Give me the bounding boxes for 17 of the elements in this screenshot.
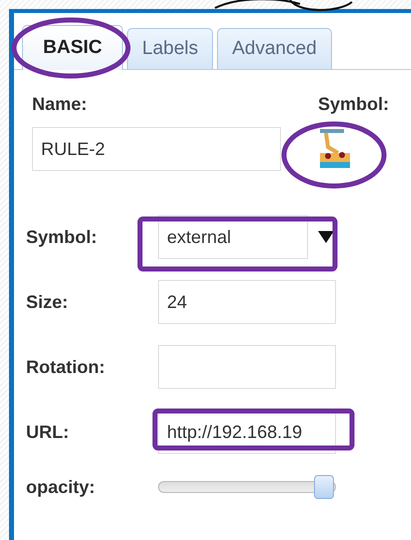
robot-arm-icon	[318, 129, 352, 169]
dropdown-arrow-icon[interactable]	[318, 231, 334, 243]
field-label: URL:	[26, 422, 70, 442]
tab[interactable]: Advanced	[217, 28, 332, 69]
field-label: opacity:	[26, 476, 96, 498]
field-label: Rotation:	[26, 356, 106, 378]
input-field[interactable]	[158, 345, 336, 389]
input-field[interactable]: 24	[158, 280, 336, 324]
field-label: Symbol:	[318, 94, 390, 115]
slider[interactable]	[158, 475, 336, 499]
tab[interactable]: BASIC	[22, 25, 124, 70]
name-field[interactable]: RULE-2	[32, 127, 281, 171]
slider-thumb[interactable]	[314, 475, 334, 499]
field-label: Size:	[26, 292, 70, 312]
field-label: Name:	[32, 94, 88, 115]
field-label: Symbol:	[26, 226, 98, 248]
tab[interactable]: Labels	[127, 28, 214, 69]
